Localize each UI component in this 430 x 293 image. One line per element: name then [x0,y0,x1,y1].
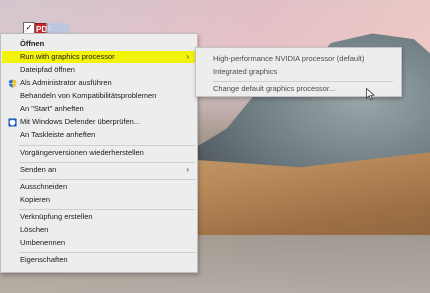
menu-item-an-start-anheften[interactable]: An "Start" anheften [2,103,196,115]
menu-item-label: Als Administrator ausführen [20,78,112,87]
uac-shield-icon [8,79,17,88]
windows-defender-icon [8,118,17,127]
menu-item-ausschneiden[interactable]: Ausschneiden [2,181,196,193]
menu-item-label: Behandeln von Kompatibilitätsproblemen [20,91,157,100]
menu-item-als-administrator[interactable]: Als Administrator ausführen [2,77,196,89]
submenu-item-label: Integrated graphics [213,67,278,76]
submenu-item-nvidia[interactable]: High-performance NVIDIA processor (defau… [196,53,401,65]
menu-item-verknuepfung-erstellen[interactable]: Verknüpfung erstellen [2,211,196,223]
menu-item-label: An "Start" anheften [20,104,84,113]
menu-item-kopieren[interactable]: Kopieren [2,194,196,206]
menu-item-label: An Taskleiste anheften [20,130,96,139]
menu-separator [19,145,195,146]
menu-separator [19,179,195,180]
chevron-right-icon: › [186,52,189,61]
menu-item-label: Senden an [20,165,57,174]
menu-item-label: Run with graphics processor [20,52,115,61]
menu-item-label: Vorgängerversionen wiederherstellen [20,148,144,157]
menu-separator [19,162,195,163]
submenu-separator [213,81,393,82]
menu-item-an-taskleiste[interactable]: An Taskleiste anheften [2,129,196,141]
menu-item-umbenennen[interactable]: Umbenennen [2,237,196,249]
menu-item-windows-defender[interactable]: Mit Windows Defender überprüfen... [2,116,196,128]
context-menu: Öffnen Run with graphics processor › Dat… [0,33,198,273]
menu-item-oeffnen[interactable]: Öffnen [2,38,196,50]
menu-item-run-with-gpu[interactable]: Run with graphics processor › [2,51,196,63]
menu-item-label: Löschen [20,225,49,234]
menu-item-senden-an[interactable]: Senden an › [2,164,196,176]
menu-item-label: Verknüpfung erstellen [20,212,93,221]
menu-separator [19,209,195,210]
menu-item-label: Umbenennen [20,238,66,247]
menu-item-loeschen[interactable]: Löschen [2,224,196,236]
submenu-item-label: Change default graphics processor... [213,84,336,93]
menu-item-label: Öffnen [20,39,45,48]
menu-item-label: Dateipfad öffnen [20,65,75,74]
menu-separator [19,252,195,253]
menu-item-dateipfad-oeffnen[interactable]: Dateipfad öffnen [2,64,196,76]
mouse-cursor-icon [366,88,375,100]
menu-item-label: Mit Windows Defender überprüfen... [20,117,141,126]
menu-item-eigenschaften[interactable]: Eigenschaften [2,254,196,266]
menu-item-label: Kopieren [20,195,51,204]
menu-item-label: Ausschneiden [20,182,68,191]
menu-item-vorgaengerversionen[interactable]: Vorgängerversionen wiederherstellen [2,147,196,159]
submenu-item-label: High-performance NVIDIA processor (defau… [213,54,365,63]
menu-item-label: Eigenschaften [20,255,68,264]
chevron-right-icon: › [186,165,189,174]
menu-item-kompatibilitaet[interactable]: Behandeln von Kompatibilitätsproblemen [2,90,196,102]
submenu-item-integrated[interactable]: Integrated graphics [196,66,401,78]
